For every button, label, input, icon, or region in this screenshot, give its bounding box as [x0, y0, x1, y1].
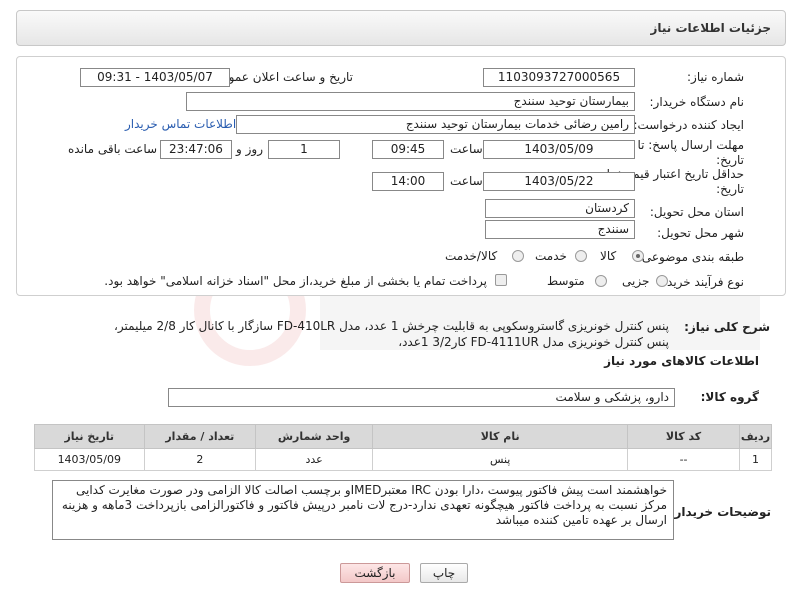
- remaining-time-field: 23:47:06: [160, 140, 232, 159]
- goods-section-title: اطلاعات کالاهای مورد نیاز: [604, 354, 759, 368]
- validity-time-label: ساعت: [450, 174, 483, 188]
- col-code: کد کالا: [627, 424, 740, 449]
- requester-field: رامین رضائی خدمات بیمارستان توحید سنندج: [236, 115, 635, 134]
- cell-qty: 2: [143, 448, 257, 471]
- cell-date: 1403/05/09: [34, 448, 145, 471]
- page-title: جزئیات اطلاعات نیاز: [650, 21, 771, 35]
- cell-row: 1: [738, 448, 773, 471]
- process-option-medium: متوسط: [547, 274, 585, 288]
- goods-group-label: گروه کالا:: [700, 390, 759, 404]
- process-radio-medium[interactable]: [595, 275, 607, 287]
- buyer-org-field: بیمارستان توحید سنندج: [186, 92, 635, 111]
- treasury-bonds-checkbox[interactable]: [495, 274, 507, 286]
- need-number-field: 1103093727000565: [483, 68, 635, 87]
- buyer-org-label: نام دستگاه خریدار:: [649, 95, 745, 109]
- category-option-service: خدمت: [535, 249, 567, 263]
- treasury-bonds-label: پرداخت تمام یا بخشی از مبلغ خرید،از محل …: [104, 274, 487, 288]
- deadline-date-field: 1403/05/09: [483, 140, 635, 159]
- process-label: نوع فرآیند خرید :: [659, 275, 744, 289]
- requester-label: ایجاد کننده درخواست:: [633, 118, 744, 132]
- validity-date-field: 1403/05/22: [483, 172, 635, 191]
- print-button[interactable]: چاپ: [420, 563, 468, 583]
- col-qty: تعداد / مقدار: [143, 424, 257, 449]
- category-option-goods-service: کالا/خدمت: [445, 249, 498, 263]
- table-row: 1 -- پنس عدد 2 1403/05/09: [34, 448, 773, 471]
- description-text: پنس کنترل خونریزی گاستروسکوپی به قابلیت …: [9, 318, 669, 350]
- deadline-time-label: ساعت: [450, 142, 483, 156]
- col-row: ردیف: [738, 424, 773, 449]
- process-radio-minor[interactable]: [656, 275, 668, 287]
- col-name: نام کالا: [372, 424, 629, 449]
- goods-table: ردیف کد کالا نام کالا واحد شمارش تعداد /…: [34, 424, 773, 471]
- cell-code: --: [627, 448, 740, 471]
- city-label: شهر محل تحویل:: [657, 226, 744, 240]
- process-option-minor: جزیی: [622, 274, 650, 288]
- cell-unit: عدد: [255, 448, 374, 471]
- buyer-contact-link[interactable]: اطلاعات تماس خریدار: [125, 117, 236, 131]
- category-option-goods: کالا: [600, 249, 617, 263]
- deadline-label-date: تاریخ:: [716, 153, 744, 167]
- category-radio-goods[interactable]: [632, 250, 644, 262]
- deadline-time-field: 09:45: [372, 140, 444, 159]
- goods-table-header: ردیف کد کالا نام کالا واحد شمارش تعداد /…: [34, 424, 773, 449]
- announce-date-field: 1403/05/07 - 09:31: [80, 68, 230, 87]
- buyer-notes-field: خواهشمند است پیش فاکتور پیوست ،دارا بودن…: [52, 480, 674, 540]
- city-field: سنندج: [485, 220, 635, 239]
- back-button[interactable]: بازگشت: [340, 563, 410, 583]
- goods-group-field: دارو، پزشکی و سلامت: [168, 388, 675, 407]
- category-label: طبقه بندی موضوعی:: [637, 250, 744, 264]
- description-line-1: پنس کنترل خونریزی گاستروسکوپی به قابلیت …: [114, 319, 669, 333]
- need-number-label: شماره نیاز:: [687, 70, 744, 84]
- col-unit: واحد شمارش: [255, 424, 374, 449]
- validity-label-date: تاریخ:: [716, 182, 744, 196]
- description-line-2: پنس کنترل خونریزی مدل FD-4111UR کار3/2 1…: [398, 335, 669, 349]
- remaining-time-label: ساعت باقی مانده: [68, 142, 158, 156]
- deadline-label: مهلت ارسال پاسخ: تا: [637, 138, 744, 152]
- deadline-days-field: 1: [268, 140, 340, 159]
- buyer-notes-label: توضیحات خریدار:: [669, 505, 771, 519]
- category-radio-service[interactable]: [575, 250, 587, 262]
- category-radio-goods-service[interactable]: [512, 250, 524, 262]
- province-label: استان محل تحویل:: [649, 205, 744, 219]
- validity-time-field: 14:00: [372, 172, 444, 191]
- cell-name: پنس: [372, 448, 629, 471]
- description-label: شرح کلی نیاز:: [684, 320, 770, 334]
- header-panel: جزئیات اطلاعات نیاز: [16, 10, 786, 46]
- col-date: تاریخ نیاز: [34, 424, 145, 449]
- province-field: کردستان: [485, 199, 635, 218]
- deadline-days-label: روز و: [236, 142, 263, 156]
